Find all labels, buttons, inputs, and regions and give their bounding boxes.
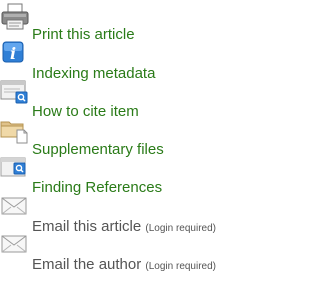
folder-icon — [0, 121, 28, 144]
printer-icon — [1, 3, 29, 30]
info-icon: i — [2, 41, 24, 63]
tool-how-to-cite[interactable]: How to cite item — [0, 78, 312, 120]
email-author-label: Email the author — [32, 256, 142, 273]
envelope-icon — [1, 235, 27, 253]
svg-text:i: i — [10, 44, 16, 63]
tool-supplementary-files[interactable]: Supplementary files — [0, 116, 312, 158]
tool-email-article: Email this article (Login required) — [0, 192, 312, 235]
tool-print[interactable]: Print this article — [0, 2, 312, 43]
reading-tools: Print this article i Indexing metadata H… — [0, 0, 312, 285]
tool-indexing-metadata[interactable]: i Indexing metadata — [0, 40, 312, 82]
tool-finding-references[interactable]: Finding References — [0, 155, 312, 196]
cite-document-icon — [0, 80, 28, 104]
email-author-text: Email the author (Login required) — [32, 256, 216, 276]
tool-email-author: Email the author (Login required) — [0, 230, 312, 273]
envelope-icon — [1, 197, 27, 215]
search-references-icon — [0, 157, 26, 177]
login-required-note: (Login required) — [145, 261, 217, 272]
